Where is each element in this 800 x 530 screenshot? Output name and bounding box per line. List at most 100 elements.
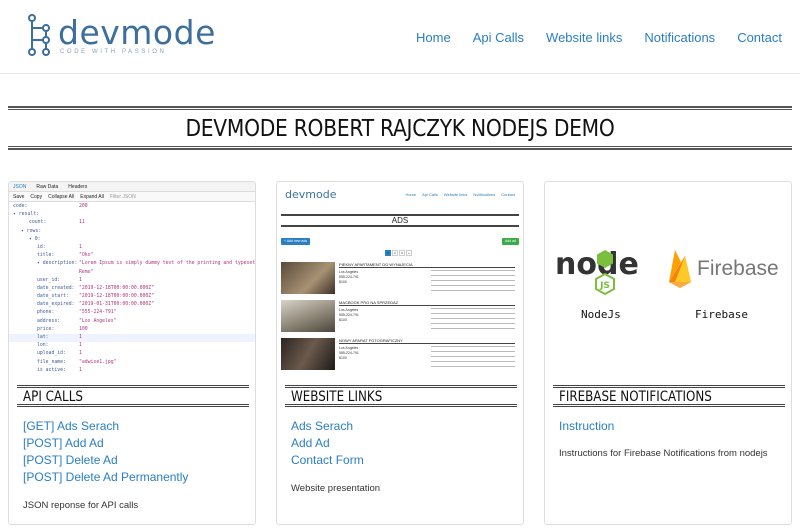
mock-nav: Home Api Calls Website links Notificatio… xyxy=(405,192,515,197)
jv-tool: Save xyxy=(13,194,25,200)
json-key: lon: xyxy=(37,343,49,349)
mock-ad-meta: Los Angeles 555-224-791 $100 xyxy=(339,308,359,323)
json-value: "2019-12-18T00:00:00.000Z" xyxy=(79,294,155,300)
mock-ad-title: MACBOOK PRO NA SPRZEDAZ xyxy=(339,300,515,306)
json-line: address: "Los Angeles" xyxy=(9,318,255,326)
json-value: 1 xyxy=(79,367,82,372)
json-key: date_expired: xyxy=(37,302,75,308)
site-header: devmode CODE WITH PASSION Home Api Calls… xyxy=(0,0,800,74)
mock-add-new-button: + Add new ads xyxy=(281,238,311,245)
json-value: "Los Angeles" xyxy=(79,318,117,324)
nav-api-calls[interactable]: Api Calls xyxy=(473,30,524,45)
mock-page: » xyxy=(406,250,412,256)
json-key: address: xyxy=(37,318,61,324)
json-key: lat: xyxy=(37,335,49,340)
node-js-badge: JS xyxy=(599,281,610,291)
node-logo-word: node xyxy=(555,247,639,282)
json-line: price: 100 xyxy=(9,326,255,334)
json-line: upload_id: 1 xyxy=(9,350,255,358)
json-line: title: "Oko" xyxy=(9,252,255,260)
brand-tagline: CODE WITH PASSION xyxy=(60,49,167,55)
mock-ad-meta: Los Angeles 555-224-791 $100 xyxy=(339,346,359,361)
nav-notifications[interactable]: Notifications xyxy=(644,30,715,45)
brand-name: devmode xyxy=(58,13,216,52)
card-api-calls: JSON Raw Data Headers Save Copy Collapse… xyxy=(8,181,256,525)
json-key: file_name: xyxy=(37,359,66,365)
json-line: date_created: "2019-12-18T00:00:00.000Z" xyxy=(9,285,255,293)
json-key: phone: xyxy=(37,310,55,316)
brand-logo[interactable]: devmode CODE WITH PASSION xyxy=(26,12,215,58)
nav-home[interactable]: Home xyxy=(416,30,451,45)
json-value: "2019-12-18T00:00:00.000Z" xyxy=(79,285,155,291)
jv-filter: Filter JSON xyxy=(109,194,136,200)
mock-nav-item: Website links xyxy=(443,192,468,197)
mock-ad-title: PIEKNY APARTAMENT DO WYNAJECIA xyxy=(339,262,515,268)
card-heading-text: API CALLS xyxy=(23,389,83,405)
json-viewer-tabs: JSON Raw Data Headers xyxy=(9,182,255,192)
card-description: Instructions for Firebase Notifications … xyxy=(559,448,768,459)
card-heading-text: FIREBASE NOTIFICATIONS xyxy=(559,389,712,405)
json-line: ▾ rows: xyxy=(9,228,255,236)
link-post-add-ad[interactable]: [POST] Add Ad xyxy=(23,435,188,452)
json-lines: code: 200 ▾ result: count: 11 ▾ rows: ▾ 0: id: 1… xyxy=(9,202,255,372)
website-mock: devmode Home Api Calls Website links Not… xyxy=(281,186,519,372)
mock-ad-image xyxy=(281,300,335,332)
nav-website-links[interactable]: Website links xyxy=(546,30,622,45)
json-value: 1 xyxy=(79,244,82,250)
mock-ad-text xyxy=(431,270,515,294)
firebase-links: Instruction xyxy=(559,418,614,435)
mock-nav-item: Home xyxy=(405,192,417,197)
json-value: 1 xyxy=(79,277,82,283)
mock-logo: devmode xyxy=(285,188,337,201)
nodejs-logo-icon: node JS xyxy=(555,247,639,296)
json-value: 100 xyxy=(79,326,88,332)
json-line: code: 200 xyxy=(9,203,255,211)
json-value: 1 xyxy=(79,335,82,340)
mock-ad-row: MACBOOK PRO NA SPRZEDAZ Los Angeles 555-… xyxy=(281,300,519,334)
card-heading: WEBSITE LINKS xyxy=(285,385,517,407)
link-post-delete-ad[interactable]: [POST] Delete Ad xyxy=(23,452,188,469)
link-get-ads-search[interactable]: [GET] Ads Serach xyxy=(23,418,188,435)
link-contact-form[interactable]: Contact Form xyxy=(291,452,364,469)
mock-ad-meta: Los Angeles 555-224-791 $100 xyxy=(339,270,359,285)
json-key: price: xyxy=(37,326,55,332)
mock-page: 2 xyxy=(392,250,398,256)
link-add-ad[interactable]: Add Ad xyxy=(291,435,364,452)
firebase-label: Firebase xyxy=(695,308,748,321)
jv-tab-json: JSON xyxy=(13,184,27,190)
json-key: date_created: xyxy=(37,285,75,291)
website-screenshot: devmode Home Api Calls Website links Not… xyxy=(277,182,523,372)
nav-contact[interactable]: Contact xyxy=(737,30,782,45)
json-value: 1 xyxy=(79,351,82,357)
json-key: ▾ rows: xyxy=(21,228,42,234)
json-key: count: xyxy=(29,220,47,226)
json-line: lat: 1 xyxy=(9,334,255,343)
json-value: "555-224-791" xyxy=(79,310,117,316)
json-line: date_expired: "2019-01-31T00:00:00.000Z" xyxy=(9,301,255,309)
link-post-delete-ad-permanently[interactable]: [POST] Delete Ad Permanently xyxy=(23,469,188,486)
json-value: "2019-01-31T00:00:00.000Z" xyxy=(79,302,155,308)
mock-ad-price: $100 xyxy=(339,356,347,360)
mock-ad-row: PIEKNY APARTAMENT DO WYNAJECIA Los Angel… xyxy=(281,262,519,296)
website-links: Ads Serach Add Ad Contact Form xyxy=(291,418,364,469)
mock-ad-title: NOWY APARAT FOTOGRAFICZNY xyxy=(339,338,515,344)
firebase-logo-icon: Firebase xyxy=(669,250,779,288)
jv-tab-raw: Raw Data xyxy=(36,184,59,190)
jv-tool: Copy xyxy=(30,194,43,200)
link-instruction[interactable]: Instruction xyxy=(559,418,614,435)
json-line: ▾ result: xyxy=(9,211,255,219)
json-line: count: 11 xyxy=(9,219,255,227)
title-band: DEVMODE ROBERT RAJCZYK NODEJS DEMO xyxy=(8,106,792,150)
mock-ad-price: $100 xyxy=(339,280,347,284)
card-description: JSON reponse for API calls xyxy=(23,500,139,511)
json-value: "adwise1.jpg" xyxy=(79,359,117,365)
json-value: Remo" xyxy=(79,269,94,275)
link-ads-search[interactable]: Ads Serach xyxy=(291,418,364,435)
json-key: date_start: xyxy=(37,294,69,300)
firebase-logo-word: Firebase xyxy=(697,257,779,280)
json-line: ▾ description: "Lorem Ipsum is simply dum… xyxy=(9,260,255,268)
mock-ad-price: $100 xyxy=(339,318,347,322)
json-key: upload_id: xyxy=(37,351,66,357)
jv-tool: Collapse All xyxy=(48,194,75,200)
json-value: "Oko" xyxy=(79,253,94,259)
